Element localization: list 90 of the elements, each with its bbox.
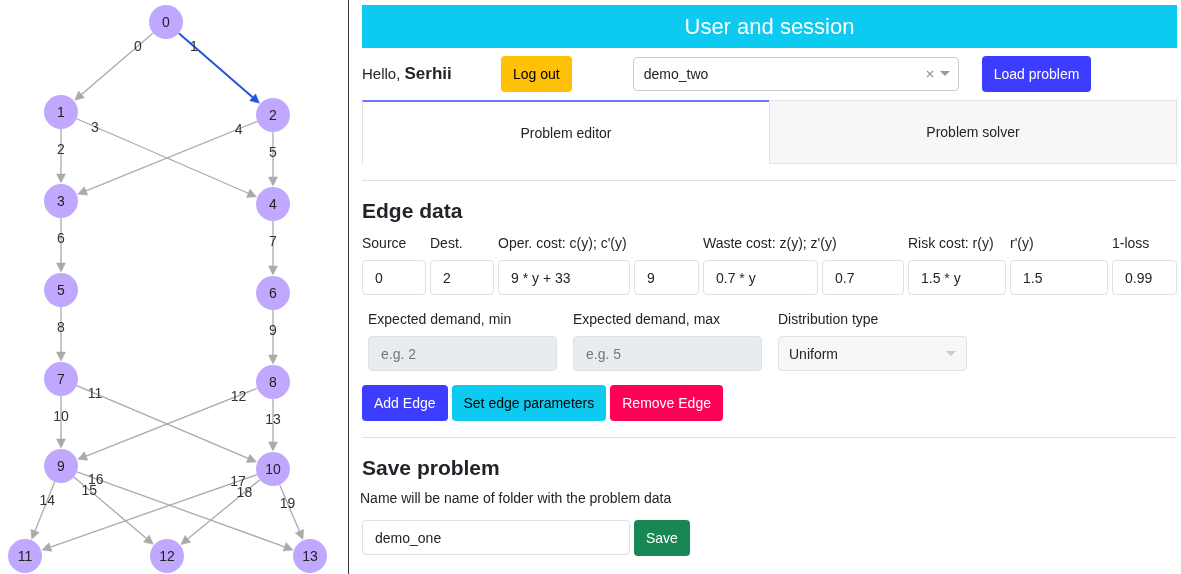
field-label: Risk cost: r(y): [908, 235, 995, 251]
graph-node[interactable]: [8, 539, 42, 573]
hint-text: Name will be name of folder with the problem data: [360, 490, 673, 506]
field-label: r'(y): [1010, 235, 1035, 251]
node-label: 4: [269, 196, 277, 212]
graph-node[interactable]: [44, 449, 78, 483]
graph-node[interactable]: [44, 184, 78, 218]
action-button[interactable]: Remove Edge: [610, 385, 723, 421]
input-field[interactable]: 9: [634, 260, 699, 295]
input-field[interactable]: 2: [430, 260, 494, 295]
load-problem-button[interactable]: Load problem: [981, 56, 1092, 92]
input-field[interactable]: 0: [362, 260, 426, 295]
caret-icon: [939, 71, 950, 77]
edge-label: 5: [269, 144, 277, 160]
field-label: Oper. cost: c(y); c'(y): [498, 235, 628, 251]
problem-select[interactable]: demo_two: [632, 57, 959, 91]
graph-node[interactable]: [149, 5, 183, 39]
node-label: 12: [159, 548, 175, 564]
node-label: 5: [57, 282, 65, 298]
node-label: 10: [265, 461, 281, 477]
edge-label: 12: [230, 387, 247, 404]
section-header: User and session: [362, 5, 1177, 48]
section-title: Edge data: [362, 199, 464, 223]
edge-label: 0: [134, 38, 142, 55]
edge-label: 14: [39, 492, 56, 509]
greeting-text: Hello, Serhii: [362, 64, 453, 84]
graph-node[interactable]: [256, 365, 290, 399]
input-field[interactable]: 1.5 * y: [908, 260, 1006, 295]
edge-arrow[interactable]: [279, 484, 304, 540]
graph-node[interactable]: [256, 276, 290, 310]
edge-label: 6: [57, 230, 65, 246]
field-label: Expected demand, max: [573, 311, 722, 327]
graph-node[interactable]: [256, 452, 290, 486]
logout-button[interactable]: Log out: [501, 56, 572, 92]
graph-node[interactable]: [44, 362, 78, 396]
field-label: Source: [362, 235, 408, 251]
caret-icon: [946, 350, 956, 357]
edge-label: 10: [53, 408, 69, 424]
action-button[interactable]: Add Edge: [362, 385, 448, 421]
edge-label: 9: [269, 322, 277, 338]
edge-arrow[interactable]: [268, 398, 278, 452]
edge-arrow[interactable]: [56, 217, 66, 273]
field-label: Waste cost: z(y); z'(y): [703, 235, 838, 251]
edge-label: 11: [87, 385, 103, 402]
edge-label: 19: [279, 495, 296, 512]
field-label: Distribution type: [778, 311, 880, 327]
edge-label: 7: [269, 233, 277, 249]
graph-node[interactable]: [44, 273, 78, 307]
node-label: 0: [162, 14, 170, 30]
edge-arrow[interactable]: [268, 131, 278, 187]
edge-arrow[interactable]: [177, 32, 260, 104]
edge-label: 13: [265, 411, 281, 427]
node-label: 1: [57, 104, 65, 120]
input-field[interactable]: demo_one: [362, 520, 630, 555]
edge-label: 3: [91, 118, 99, 135]
node-label: 6: [269, 285, 277, 301]
node-label: 11: [17, 548, 33, 564]
tab[interactable]: Problem editor: [362, 100, 769, 164]
edge-label: 4: [234, 120, 243, 137]
section-title: Save problem: [362, 456, 501, 480]
action-button[interactable]: Set edge parameters: [451, 385, 607, 421]
graph-node[interactable]: [293, 539, 327, 573]
node-label: 13: [302, 548, 318, 564]
edge-label: 2: [57, 141, 65, 157]
graph-node[interactable]: [256, 187, 290, 221]
input-field[interactable]: 0.7 * y: [703, 260, 818, 295]
input-field[interactable]: 0.99: [1112, 260, 1177, 295]
graph-node[interactable]: [44, 95, 78, 129]
field-label: Dest.: [430, 235, 464, 251]
input-field[interactable]: 9 * y + 33: [498, 260, 630, 295]
field-label: 1-loss: [1112, 235, 1151, 251]
input-field[interactable]: 0.7: [822, 260, 904, 295]
save-button[interactable]: Save: [634, 520, 690, 556]
edge-arrow[interactable]: [268, 309, 278, 365]
edge-arrow[interactable]: [30, 481, 56, 540]
graph-node[interactable]: [150, 539, 184, 573]
node-label: 8: [269, 374, 277, 390]
edge-label: 8: [57, 319, 65, 335]
node-label: 7: [57, 371, 65, 387]
edge-arrow[interactable]: [56, 306, 66, 362]
tab[interactable]: Problem solver: [769, 100, 1177, 164]
field-label: Expected demand, min: [368, 311, 513, 327]
node-label: 9: [57, 458, 65, 474]
edge-arrow[interactable]: [268, 220, 278, 276]
clear-icon[interactable]: [925, 70, 934, 78]
node-label: 3: [57, 193, 65, 209]
input-field[interactable]: 1.5: [1010, 260, 1108, 295]
node-label: 2: [269, 107, 277, 123]
graph-node[interactable]: [256, 98, 290, 132]
edge-arrow[interactable]: [56, 128, 66, 184]
